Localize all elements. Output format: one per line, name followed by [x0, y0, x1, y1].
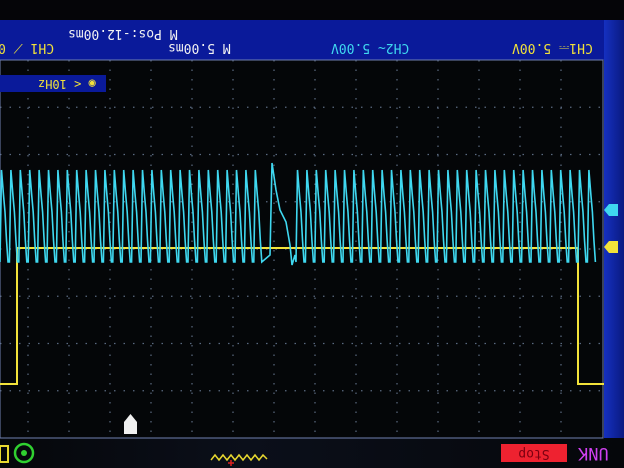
- ch1-scale-readout[interactable]: CH1⎓ 5.00V: [512, 40, 593, 55]
- trigger-pointer-icon: [228, 460, 234, 466]
- ch1-trigger-readout: CH1 ⟋ 0: [0, 40, 55, 55]
- ch2-scale-readout[interactable]: CH2~ 5.00V: [331, 40, 409, 55]
- ch1-trace: [0, 247, 604, 385]
- waveform-display: [0, 59, 618, 466]
- run-stop-status[interactable]: Stop: [501, 444, 567, 462]
- timebase-readout[interactable]: M 5.00ms: [168, 40, 231, 55]
- horizontal-position-readout: M Pos:-12.00ms: [68, 26, 178, 41]
- trigger-position-marker[interactable]: [124, 414, 137, 434]
- frequency-readout: ◉ < 10Hz: [38, 77, 96, 91]
- settings-save-icon: [13, 442, 35, 464]
- ch2-trace: [0, 162, 597, 266]
- trigger-waveform-icon: [210, 453, 268, 462]
- ch2-marker[interactable]: [604, 204, 618, 216]
- trigger-status: UNK: [578, 443, 609, 463]
- usb-icon: [0, 445, 9, 463]
- ch1-marker[interactable]: [604, 241, 618, 253]
